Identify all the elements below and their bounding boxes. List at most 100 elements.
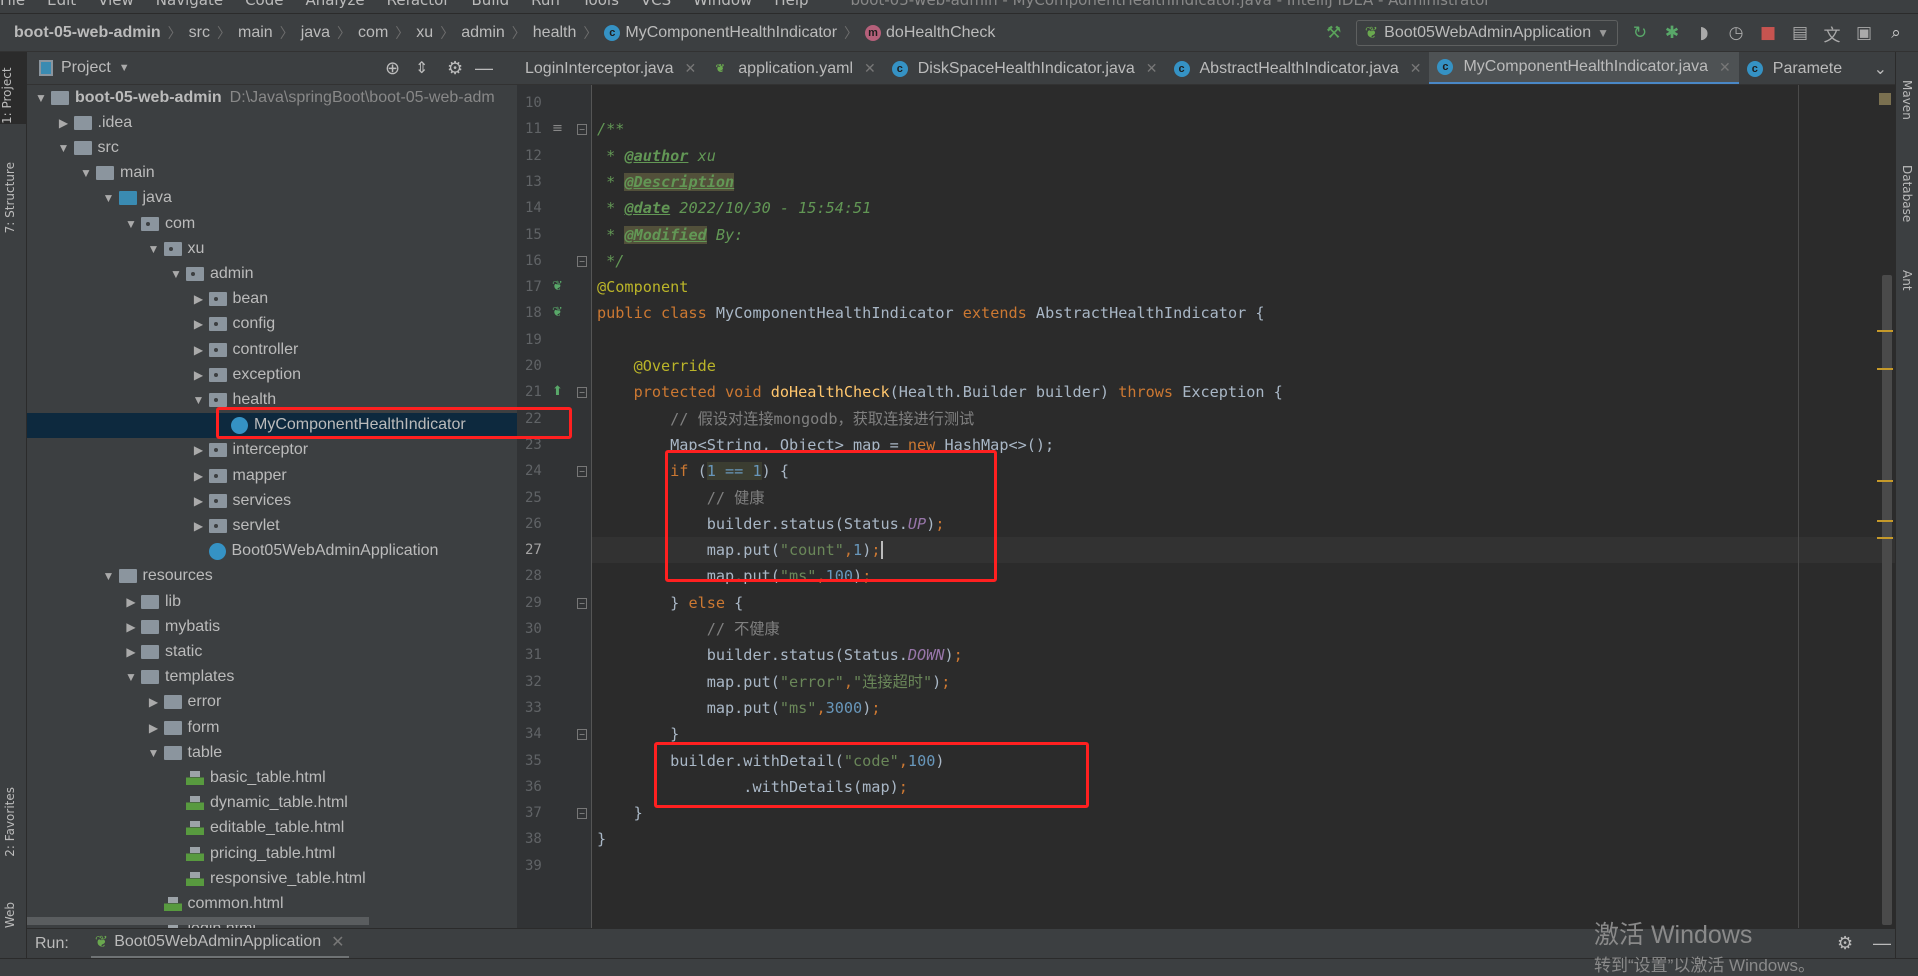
breadcrumb-item[interactable]: com [358, 24, 388, 42]
expanded-arrow-icon[interactable]: ▼ [166, 267, 186, 281]
inspection-status-icon[interactable] [1879, 93, 1891, 105]
breadcrumb-item[interactable]: main [238, 24, 273, 42]
menu-code[interactable]: Code [245, 0, 283, 9]
close-icon[interactable]: ✕ [685, 60, 697, 77]
expanded-arrow-icon[interactable]: ▼ [121, 217, 141, 231]
menu-tools[interactable]: Tools [582, 0, 619, 9]
breadcrumb-item[interactable]: boot-05-web-admin [14, 24, 161, 42]
fold-collapse-icon[interactable]: − [577, 466, 587, 478]
tree-item[interactable]: ▶ lib [27, 589, 517, 614]
collapsed-arrow-icon[interactable]: ▶ [189, 469, 209, 483]
tree-item[interactable]: ▶ servlet [27, 513, 517, 538]
collapse-all-icon[interactable]: ⇕ [415, 58, 428, 78]
menu-view[interactable]: View [98, 0, 134, 9]
tree-item[interactable]: Boot05WebAdminApplication [27, 539, 517, 564]
code-editor[interactable]: 10 11 ≡ − 12 13 14 15 16 − 17 ❦ 18 ❦ 19 20 21 ⬆ − 22 23 24 − 25… [517, 85, 1895, 928]
translate-icon[interactable]: 文 [1822, 21, 1842, 46]
run-tab[interactable]: ❦ Boot05WebAdminApplication ✕ [90, 929, 349, 959]
fold-end-icon[interactable]: − [577, 808, 587, 820]
tree-item[interactable]: ▼ com [27, 211, 517, 236]
spring-bean-icon[interactable]: ❦ [552, 279, 563, 294]
expanded-arrow-icon[interactable]: ▼ [76, 166, 96, 180]
tree-item[interactable]: ▼ java [27, 186, 517, 211]
collapsed-arrow-icon[interactable]: ▶ [144, 695, 164, 709]
editor-scrollbar[interactable] [1882, 275, 1892, 925]
close-icon[interactable]: ✕ [1719, 59, 1731, 76]
tree-item[interactable]: ▼ table [27, 740, 517, 765]
gear-icon[interactable]: ⚙ [1837, 933, 1853, 954]
expanded-arrow-icon[interactable]: ▼ [99, 191, 119, 205]
chevron-down-icon[interactable]: ▼ [119, 62, 130, 74]
collapsed-arrow-icon[interactable]: ▶ [189, 443, 209, 457]
warning-marker[interactable] [1877, 537, 1893, 539]
warning-marker[interactable] [1877, 480, 1893, 482]
tree-item[interactable]: ▶ interceptor [27, 438, 517, 463]
fold-end-icon[interactable]: − [577, 729, 587, 741]
tree-item[interactable]: editable_table.html [27, 816, 517, 841]
collapsed-arrow-icon[interactable]: ▶ [121, 620, 141, 634]
tab-logininterceptor-java[interactable]: LoginInterceptor.java ✕ [517, 52, 704, 84]
breadcrumb-item[interactable]: src [189, 24, 210, 42]
tab-diskspacehealthindicator-java[interactable]: c DiskSpaceHealthIndicator.java ✕ [884, 52, 1166, 84]
warning-marker[interactable] [1877, 368, 1893, 370]
tool-tab-ant[interactable]: Ant [1900, 270, 1914, 291]
tree-item[interactable]: ▶ services [27, 488, 517, 513]
build-hammer-icon[interactable]: ⚒ [1324, 23, 1344, 43]
tree-item[interactable]: ▶ static [27, 639, 517, 664]
collapsed-arrow-icon[interactable]: ▶ [189, 519, 209, 533]
tree-item[interactable]: ▼ src [27, 135, 517, 160]
collapsed-arrow-icon[interactable]: ▶ [189, 494, 209, 508]
tree-item[interactable]: ▶ exception [27, 362, 517, 387]
tab-mycomponenthealthindicator-java[interactable]: c MyComponentHealthIndicator.java ✕ [1429, 52, 1739, 84]
tab-abstracthealthindicator-java[interactable]: c AbstractHealthIndicator.java ✕ [1166, 52, 1430, 84]
tree-item[interactable]: ▶ error [27, 690, 517, 715]
search-icon[interactable]: ⌕ [1886, 23, 1906, 43]
expanded-arrow-icon[interactable]: ▼ [144, 746, 164, 760]
menu-window[interactable]: Window [693, 0, 752, 9]
menu-vcs[interactable]: VCS [641, 0, 671, 9]
menu-build[interactable]: Build [472, 0, 510, 9]
tab-application-yaml[interactable]: ❦ application.yaml ✕ [704, 52, 883, 84]
tree-item[interactable]: basic_table.html [27, 765, 517, 790]
menu-help[interactable]: Help [774, 0, 808, 9]
hide-icon[interactable]: — [475, 58, 493, 79]
expanded-arrow-icon[interactable]: ▼ [31, 91, 51, 105]
tree-item[interactable]: pricing_table.html [27, 841, 517, 866]
profile-icon[interactable]: ◷ [1726, 23, 1746, 43]
collapsed-arrow-icon[interactable]: ▶ [54, 116, 74, 130]
fold-end-icon[interactable]: − [577, 255, 587, 267]
expanded-arrow-icon[interactable]: ▼ [189, 393, 209, 407]
collapsed-arrow-icon[interactable]: ▶ [189, 368, 209, 382]
project-structure-icon[interactable]: ▤ [1790, 23, 1810, 43]
tree-item[interactable]: responsive_table.html [27, 866, 517, 891]
menu-refactor[interactable]: Refactor [387, 0, 450, 9]
tool-tab-maven[interactable]: Maven [1900, 80, 1914, 120]
tool-tab-web[interactable]: Web [3, 902, 17, 928]
tool-tab-structure[interactable]: 7: Structure [3, 162, 17, 233]
tree-item[interactable]: ▼ main [27, 161, 517, 186]
close-icon[interactable]: ✕ [331, 932, 344, 952]
debug-icon[interactable]: ✱ [1662, 23, 1682, 43]
tool-tab-database[interactable]: Database [1900, 165, 1914, 222]
tabs-overflow-chevron-icon[interactable]: ⌄ [1866, 52, 1895, 84]
fold-collapse-icon[interactable]: − [577, 387, 587, 399]
breadcrumb-item[interactable]: MyComponentHealthIndicator [625, 24, 837, 42]
tree-item[interactable]: ▶ bean [27, 287, 517, 312]
tree-horizontal-scrollbar[interactable] [27, 917, 369, 925]
menu-navigate[interactable]: Navigate [156, 0, 223, 9]
tree-item[interactable]: MyComponentHealthIndicator [27, 412, 517, 438]
doc-icon[interactable]: ≡ [552, 121, 563, 136]
breadcrumb-item[interactable]: xu [416, 24, 433, 42]
expanded-arrow-icon[interactable]: ▼ [121, 670, 141, 684]
breadcrumb-item[interactable]: health [533, 24, 577, 42]
presentation-icon[interactable]: ▣ [1854, 23, 1874, 43]
tree-item[interactable]: ▶ config [27, 312, 517, 337]
close-icon[interactable]: ✕ [864, 60, 876, 77]
menu-run[interactable]: Run [531, 0, 560, 9]
collapsed-arrow-icon[interactable]: ▶ [189, 292, 209, 306]
tab-paramete[interactable]: c Paramete [1739, 52, 1850, 84]
run-configuration-select[interactable]: ❦ Boot05WebAdminApplication ▼ [1355, 20, 1618, 46]
class-icon[interactable]: ❦ [552, 305, 563, 320]
warning-marker[interactable] [1877, 520, 1893, 522]
menu-analyze[interactable]: Analyze [305, 0, 364, 9]
